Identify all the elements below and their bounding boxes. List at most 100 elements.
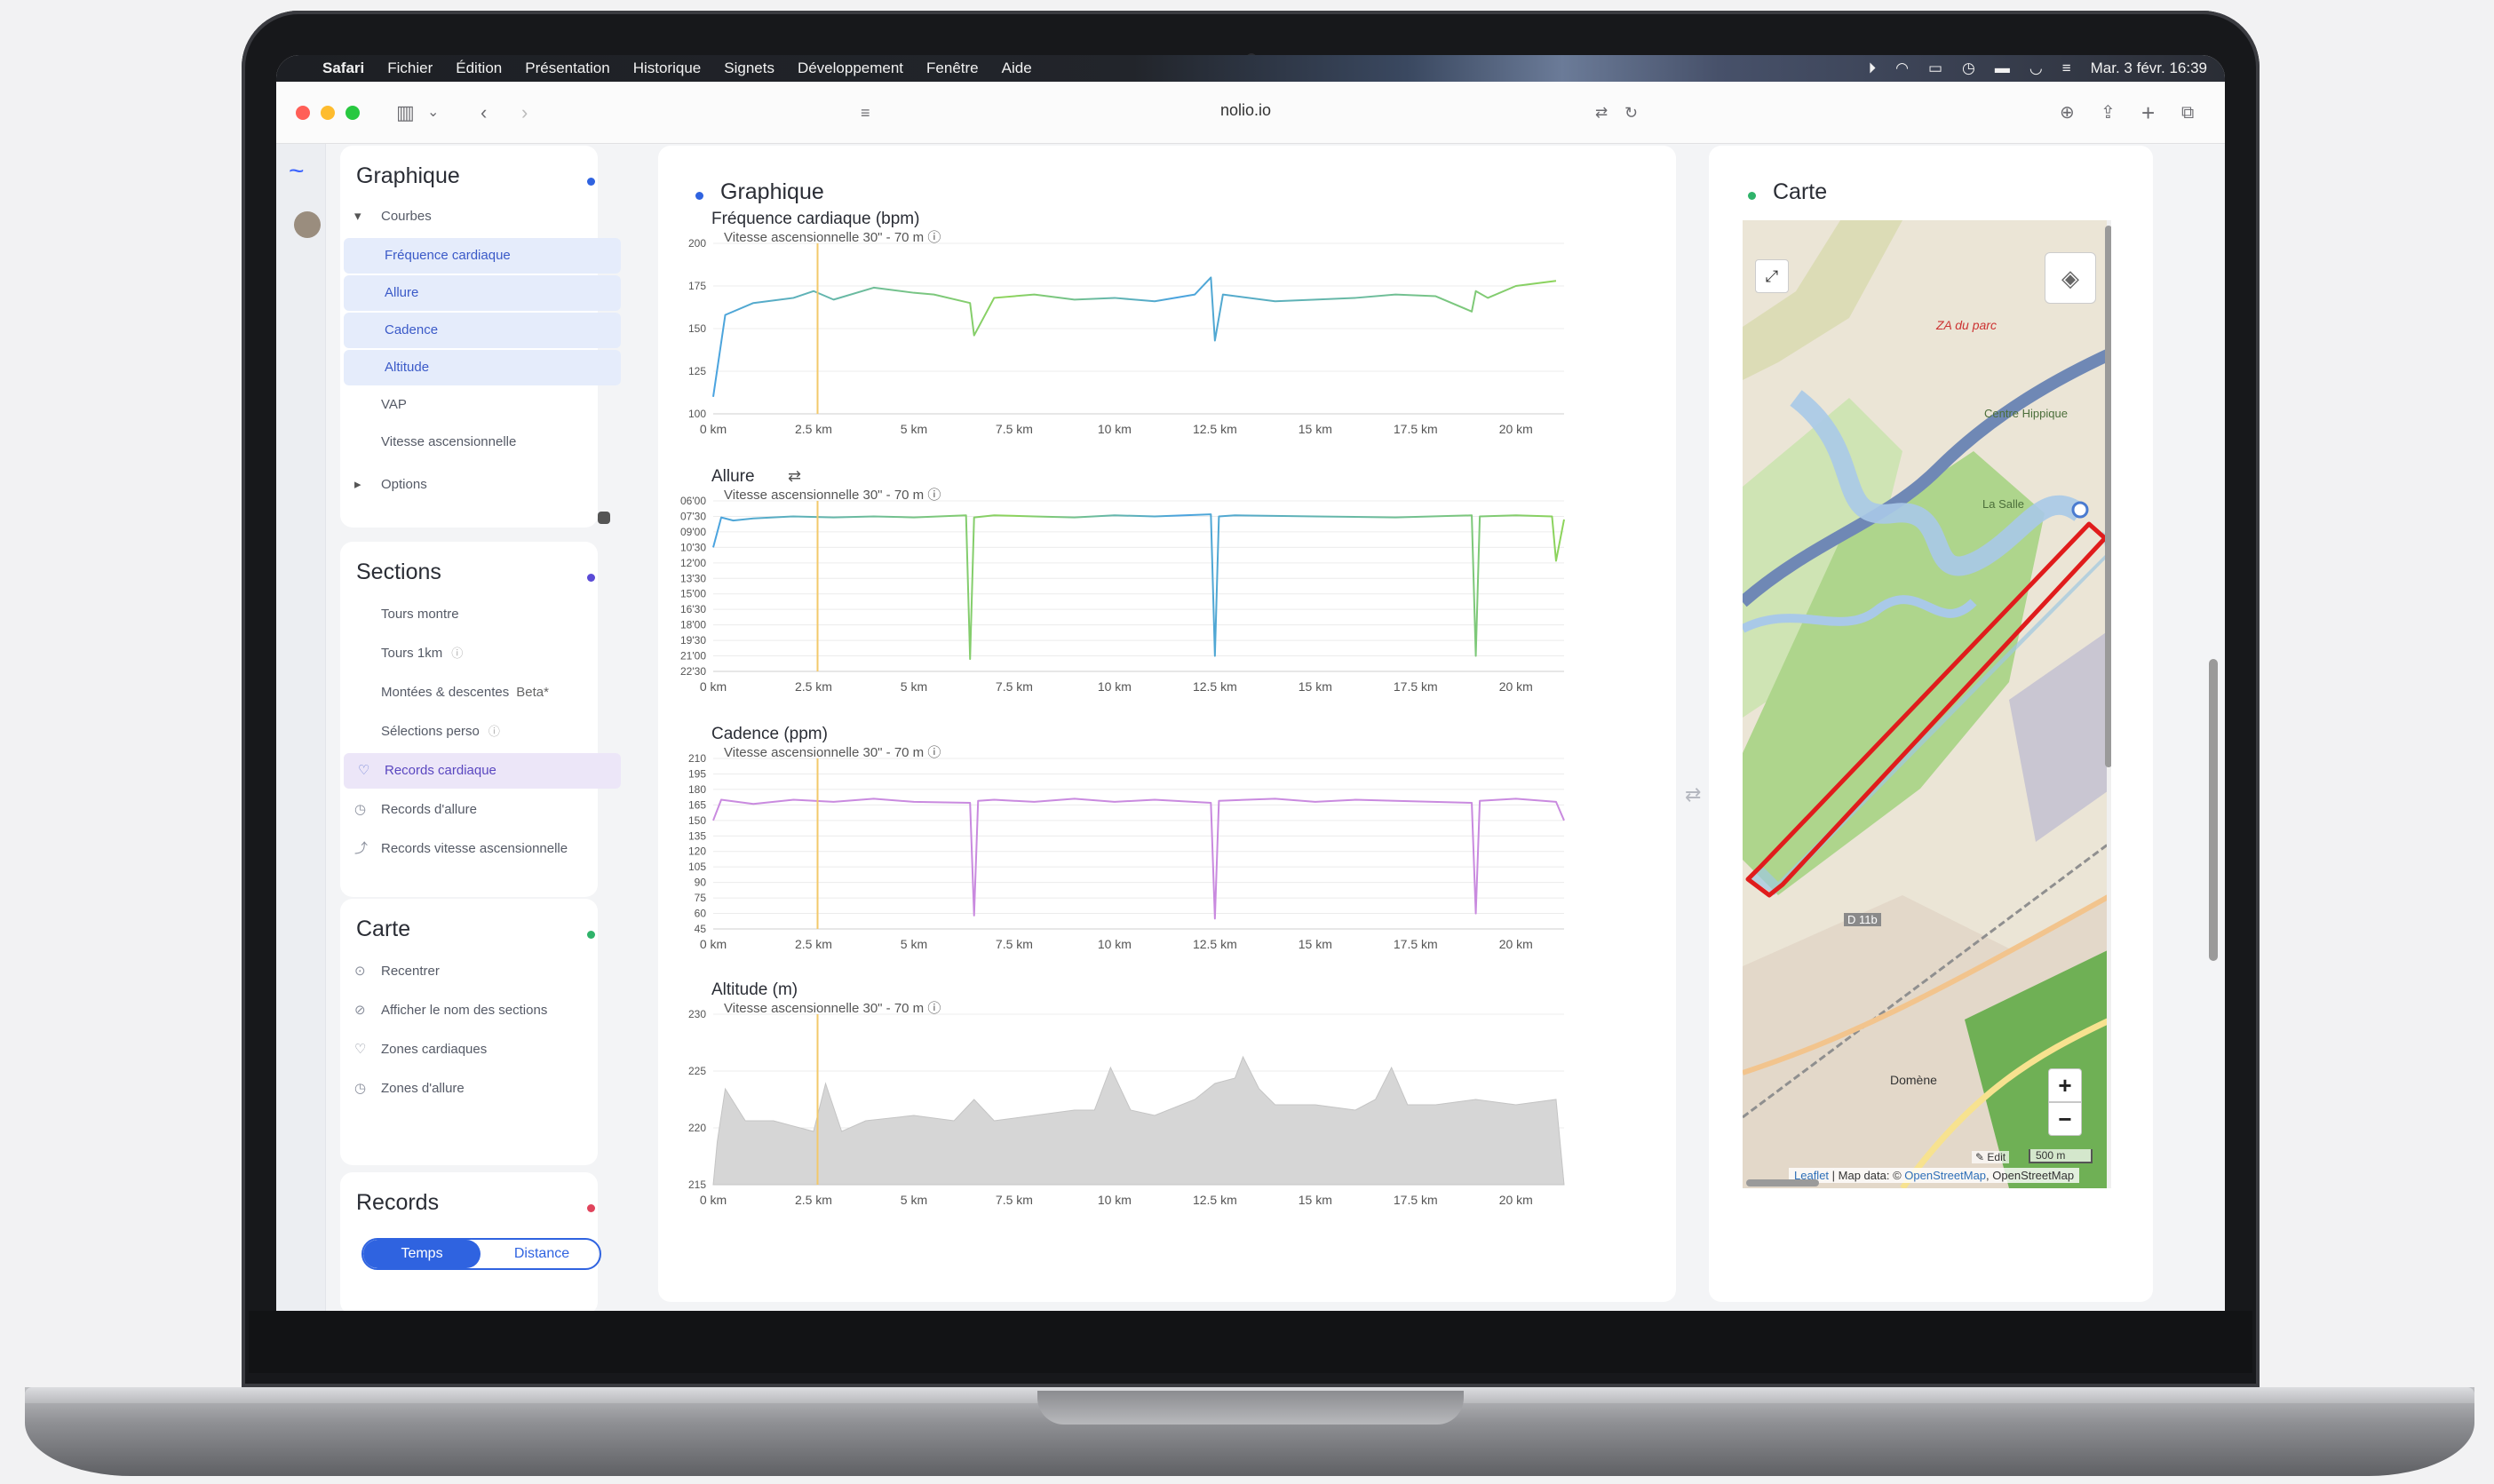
play-icon[interactable]: ⏵	[1869, 60, 1877, 77]
control-center-icon[interactable]: ≡	[2062, 60, 2071, 77]
sidebar-toggle-icon[interactable]: ▥	[396, 99, 415, 126]
map-view[interactable]: ⤢ ◈ ZA du parc Centre Hippique La Salle …	[1743, 220, 2111, 1188]
x-tick-label: 20 km	[1499, 679, 1533, 694]
share-icon[interactable]: ⇪	[2101, 99, 2116, 126]
download-icon[interactable]: ⊕	[2060, 99, 2075, 126]
forward-icon[interactable]: ›	[521, 99, 528, 126]
carte-options-title: Carte	[356, 917, 411, 941]
y-tick-label: 230	[688, 1008, 706, 1020]
section-item-montees-descentes[interactable]: Montées & descentes Beta*	[340, 675, 616, 710]
back-icon[interactable]: ‹	[481, 99, 487, 126]
map-panel: Carte ⤢ ◈ ZA du parc Centre Hippique La …	[1709, 146, 2153, 1302]
headphones-icon[interactable]: ◠	[1895, 60, 1909, 77]
chevron-down-icon[interactable]: ⌄	[427, 99, 439, 126]
eye-off-icon: ⊘	[354, 1003, 366, 1018]
map-option-zones-allure[interactable]: ◷ Zones d'allure	[340, 1071, 616, 1107]
maximize-window-button[interactable]	[346, 106, 360, 120]
toggle-temps[interactable]: Temps	[363, 1240, 481, 1268]
map-scrollbar[interactable]	[2105, 226, 2111, 767]
x-tick-label: 7.5 km	[996, 679, 1033, 694]
y-tick-label: 200	[688, 237, 706, 250]
map-option-afficher-noms[interactable]: ⊘ Afficher le nom des sections	[340, 993, 616, 1028]
menu-item-fichier[interactable]: Fichier	[387, 60, 433, 77]
section-item-selections-perso[interactable]: Sélections perso ⓘ	[340, 714, 616, 750]
nolio-logo[interactable]: ~	[289, 156, 305, 186]
series-line-0	[712, 276, 1557, 397]
map-attribution: Leaflet | Map data: © OpenStreetMap, Ope…	[1789, 1168, 2080, 1183]
curve-label: Vitesse ascensionnelle	[381, 434, 517, 449]
laptop-notch	[1037, 1391, 1464, 1424]
hover-note-3: Vitesse ascensionnelle 30" - 70 m ⓘ	[724, 1001, 941, 1016]
map-pin-icon[interactable]	[2071, 501, 2089, 519]
tabs-overview-icon[interactable]: ⧉	[2181, 99, 2194, 126]
map-edit-link[interactable]: ✎ Edit	[1972, 1151, 2010, 1163]
translate-icon[interactable]: ⇄	[1595, 99, 1608, 126]
osm-link[interactable]: OpenStreetMap	[1904, 1169, 1986, 1182]
app-nav-strip: ~	[276, 144, 326, 1311]
section-item-tours-montre[interactable]: Tours montre	[340, 597, 616, 632]
page-scrollbar[interactable]	[2209, 659, 2218, 961]
heart-icon: ♡	[358, 763, 370, 778]
curve-item-altitude[interactable]: Altitude	[344, 350, 621, 385]
menu-item-edition[interactable]: Édition	[456, 60, 502, 77]
minimize-window-button[interactable]	[321, 106, 335, 120]
section-item-records-vitesse-ascensionnelle[interactable]: ⤴ Records vitesse ascensionnelle	[340, 831, 616, 867]
time-machine-icon[interactable]: ◷	[1962, 60, 1975, 77]
menu-clock[interactable]: Mar. 3 févr. 16:39	[2091, 60, 2207, 77]
x-tick-label: 7.5 km	[996, 937, 1033, 951]
menu-item-signets[interactable]: Signets	[724, 60, 774, 77]
section-item-records-cardiaque[interactable]: ♡ Records cardiaque	[344, 753, 621, 789]
menu-item-developpement[interactable]: Développement	[798, 60, 903, 77]
y-tick-label: 15'00	[680, 588, 706, 600]
y-tick-label: 120	[688, 845, 706, 858]
reader-icon[interactable]: ≡	[861, 99, 870, 126]
wifi-icon[interactable]: ◡	[2029, 60, 2043, 77]
curve-item-allure[interactable]: Allure	[344, 275, 621, 311]
menu-item-fenetre[interactable]: Fenêtre	[926, 60, 979, 77]
curve-label: VAP	[381, 397, 407, 412]
zoom-out-button[interactable]: −	[2048, 1102, 2082, 1136]
address-bar[interactable]: nolio.io	[1220, 101, 1271, 120]
menu-item-presentation[interactable]: Présentation	[525, 60, 609, 77]
map-hscrollbar[interactable]	[1746, 1179, 1819, 1186]
fullscreen-icon[interactable]: ⤢	[1755, 259, 1789, 293]
menu-item-aide[interactable]: Aide	[1002, 60, 1032, 77]
section-item-tours-1km[interactable]: Tours 1km ⓘ	[340, 636, 616, 671]
courbes-toggle[interactable]: ▾ Courbes	[340, 199, 616, 234]
curve-item-frequence-cardiaque[interactable]: Fréquence cardiaque	[344, 238, 621, 274]
info-icon[interactable]: ⓘ	[451, 647, 463, 660]
x-tick-label: 12.5 km	[1193, 1193, 1237, 1207]
menu-item-historique[interactable]: Historique	[633, 60, 702, 77]
records-panel: Records Temps Distance	[340, 1172, 601, 1311]
y-tick-label: 225	[688, 1065, 706, 1077]
curve-label: Cadence	[385, 322, 439, 337]
curve-item-vitesse-ascensionnelle[interactable]: Vitesse ascensionnelle	[340, 425, 616, 460]
hover-note-2: Vitesse ascensionnelle 30" - 70 m ⓘ	[724, 745, 941, 760]
section-item-records-allure[interactable]: ◷ Records d'allure	[340, 792, 616, 828]
curve-item-vap[interactable]: VAP	[340, 387, 616, 423]
options-toggle[interactable]: ▸ Options	[340, 467, 616, 503]
close-window-button[interactable]	[296, 106, 310, 120]
avatar[interactable]	[294, 211, 321, 238]
caret-right-icon: ▸	[354, 477, 361, 492]
map-canvas[interactable]	[1743, 220, 2111, 1188]
zoom-in-button[interactable]: +	[2048, 1068, 2082, 1102]
menu-app-name[interactable]: Safari	[322, 60, 364, 77]
map-option-recentrer[interactable]: ⊙ Recentrer	[340, 954, 616, 989]
toggle-distance[interactable]: Distance	[484, 1240, 600, 1268]
display-icon[interactable]: ▭	[1928, 60, 1942, 77]
section-label: Sélections perso	[381, 724, 480, 739]
x-tick-label: 15 km	[1299, 937, 1332, 951]
reload-icon[interactable]: ↻	[1624, 99, 1638, 126]
new-tab-icon[interactable]: +	[2141, 99, 2155, 126]
curve-item-cadence[interactable]: Cadence	[344, 313, 621, 348]
map-option-zones-cardiaques[interactable]: ♡ Zones cardiaques	[340, 1032, 616, 1067]
battery-icon[interactable]: ▬	[1995, 60, 2010, 77]
resize-handle-icon[interactable]: ⇄	[1685, 783, 1701, 806]
x-tick-label: 15 km	[1299, 1193, 1332, 1207]
charts-svg[interactable]: Fréquence cardiaque (bpm) Vitesse ascensi…	[658, 146, 1676, 1291]
map-scale: 500 m	[2029, 1149, 2093, 1163]
x-tick-label: 2.5 km	[795, 679, 832, 694]
layers-icon[interactable]: ◈	[2045, 252, 2096, 304]
info-icon[interactable]: ⓘ	[488, 725, 500, 738]
